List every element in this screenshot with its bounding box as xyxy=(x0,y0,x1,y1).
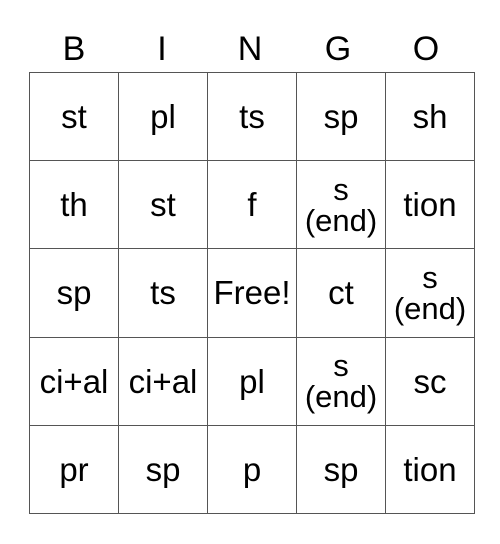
bingo-cell[interactable]: ci+al xyxy=(118,336,208,426)
bingo-cell[interactable]: ci+al xyxy=(29,336,119,426)
bingo-cell[interactable]: sp xyxy=(296,424,386,515)
bingo-cell[interactable]: sp xyxy=(296,71,386,162)
bingo-cell-free[interactable]: Free! xyxy=(207,248,297,338)
bingo-cell[interactable]: sp xyxy=(118,424,208,515)
bingo-cell[interactable]: sp xyxy=(29,248,119,338)
bingo-cell[interactable]: st xyxy=(118,160,208,250)
bingo-cell[interactable]: p xyxy=(207,424,297,515)
header-letter-g: G xyxy=(324,30,352,68)
bingo-cell[interactable]: tion xyxy=(385,424,475,515)
bingo-cell[interactable]: st xyxy=(29,71,119,162)
bingo-cell[interactable]: pl xyxy=(118,71,208,162)
bingo-cell[interactable]: f xyxy=(207,160,297,250)
bingo-row: pr sp p sp tion xyxy=(29,424,475,515)
bingo-cell[interactable]: tion xyxy=(385,160,475,250)
bingo-row: ci+al ci+al pl s (end) sc xyxy=(29,336,475,426)
bingo-row: th st f s (end) tion xyxy=(29,160,475,250)
header-letter-o: O xyxy=(412,30,440,68)
header-letter-i: I xyxy=(157,30,167,68)
bingo-cell[interactable]: pl xyxy=(207,336,297,426)
bingo-cell[interactable]: th xyxy=(29,160,119,250)
bingo-card: st pl ts sp sh th st f s (end) tion sp ts Free! ct s (… xyxy=(29,71,475,515)
bingo-cell[interactable]: sc xyxy=(385,336,475,426)
header-letter-n: N xyxy=(237,30,263,68)
bingo-cell[interactable]: ct xyxy=(296,248,386,338)
bingo-cell[interactable]: sh xyxy=(385,71,475,162)
header-letter-b: B xyxy=(62,30,86,68)
bingo-row: st pl ts sp sh xyxy=(29,71,475,162)
bingo-cell[interactable]: ts xyxy=(207,71,297,162)
bingo-cell[interactable]: s (end) xyxy=(296,160,386,250)
bingo-cell[interactable]: s (end) xyxy=(385,248,475,338)
bingo-row: sp ts Free! ct s (end) xyxy=(29,248,475,338)
bingo-cell[interactable]: s (end) xyxy=(296,336,386,426)
bingo-cell[interactable]: pr xyxy=(29,424,119,515)
bingo-cell[interactable]: ts xyxy=(118,248,208,338)
bingo-header: B I N G O xyxy=(30,28,470,70)
